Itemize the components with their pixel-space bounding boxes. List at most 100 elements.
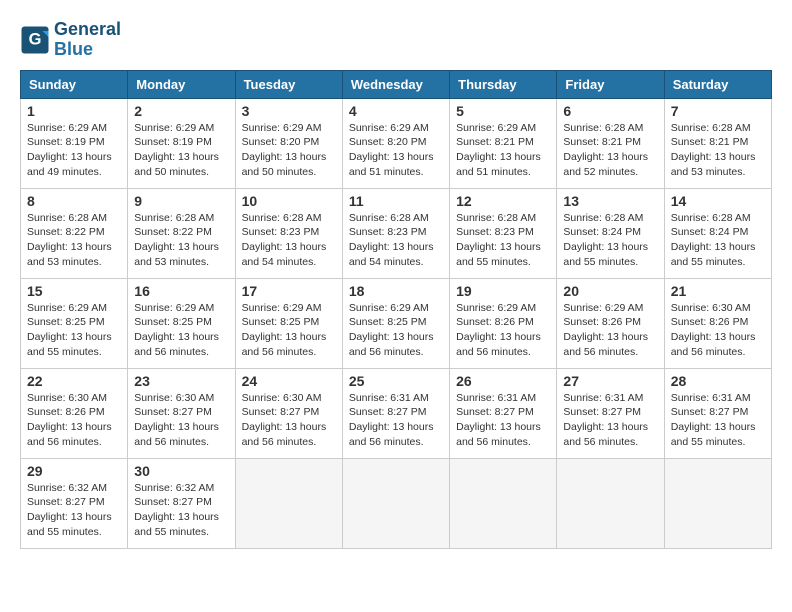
day-number: 12 xyxy=(456,193,550,209)
day-info: Sunrise: 6:28 AM Sunset: 8:21 PM Dayligh… xyxy=(671,121,765,180)
day-number: 22 xyxy=(27,373,121,389)
day-info: Sunrise: 6:29 AM Sunset: 8:20 PM Dayligh… xyxy=(242,121,336,180)
day-number: 4 xyxy=(349,103,443,119)
calendar-cell: 15 Sunrise: 6:29 AM Sunset: 8:25 PM Dayl… xyxy=(21,278,128,368)
calendar-cell: 11 Sunrise: 6:28 AM Sunset: 8:23 PM Dayl… xyxy=(342,188,449,278)
day-info: Sunrise: 6:28 AM Sunset: 8:23 PM Dayligh… xyxy=(242,211,336,270)
calendar-cell: 17 Sunrise: 6:29 AM Sunset: 8:25 PM Dayl… xyxy=(235,278,342,368)
day-info: Sunrise: 6:31 AM Sunset: 8:27 PM Dayligh… xyxy=(349,391,443,450)
day-info: Sunrise: 6:29 AM Sunset: 8:21 PM Dayligh… xyxy=(456,121,550,180)
day-number: 16 xyxy=(134,283,228,299)
day-info: Sunrise: 6:30 AM Sunset: 8:26 PM Dayligh… xyxy=(671,301,765,360)
header-sunday: Sunday xyxy=(21,70,128,98)
day-number: 20 xyxy=(563,283,657,299)
day-number: 26 xyxy=(456,373,550,389)
calendar-cell: 24 Sunrise: 6:30 AM Sunset: 8:27 PM Dayl… xyxy=(235,368,342,458)
day-info: Sunrise: 6:31 AM Sunset: 8:27 PM Dayligh… xyxy=(563,391,657,450)
calendar-cell: 12 Sunrise: 6:28 AM Sunset: 8:23 PM Dayl… xyxy=(450,188,557,278)
week-row-4: 22 Sunrise: 6:30 AM Sunset: 8:26 PM Dayl… xyxy=(21,368,772,458)
day-info: Sunrise: 6:31 AM Sunset: 8:27 PM Dayligh… xyxy=(456,391,550,450)
calendar-cell: 29 Sunrise: 6:32 AM Sunset: 8:27 PM Dayl… xyxy=(21,458,128,548)
day-info: Sunrise: 6:31 AM Sunset: 8:27 PM Dayligh… xyxy=(671,391,765,450)
day-number: 17 xyxy=(242,283,336,299)
logo-line1: General xyxy=(54,20,121,40)
calendar-cell xyxy=(342,458,449,548)
day-number: 30 xyxy=(134,463,228,479)
day-number: 27 xyxy=(563,373,657,389)
day-number: 6 xyxy=(563,103,657,119)
header-tuesday: Tuesday xyxy=(235,70,342,98)
day-number: 25 xyxy=(349,373,443,389)
header-monday: Monday xyxy=(128,70,235,98)
calendar-cell: 4 Sunrise: 6:29 AM Sunset: 8:20 PM Dayli… xyxy=(342,98,449,188)
day-info: Sunrise: 6:28 AM Sunset: 8:23 PM Dayligh… xyxy=(349,211,443,270)
calendar-cell: 28 Sunrise: 6:31 AM Sunset: 8:27 PM Dayl… xyxy=(664,368,771,458)
calendar-cell: 13 Sunrise: 6:28 AM Sunset: 8:24 PM Dayl… xyxy=(557,188,664,278)
day-info: Sunrise: 6:32 AM Sunset: 8:27 PM Dayligh… xyxy=(27,481,121,540)
calendar-cell xyxy=(450,458,557,548)
weekday-header-row: Sunday Monday Tuesday Wednesday Thursday… xyxy=(21,70,772,98)
day-info: Sunrise: 6:28 AM Sunset: 8:24 PM Dayligh… xyxy=(563,211,657,270)
calendar-cell: 16 Sunrise: 6:29 AM Sunset: 8:25 PM Dayl… xyxy=(128,278,235,368)
calendar-cell: 18 Sunrise: 6:29 AM Sunset: 8:25 PM Dayl… xyxy=(342,278,449,368)
header-thursday: Thursday xyxy=(450,70,557,98)
header-friday: Friday xyxy=(557,70,664,98)
day-info: Sunrise: 6:30 AM Sunset: 8:27 PM Dayligh… xyxy=(134,391,228,450)
calendar-cell: 26 Sunrise: 6:31 AM Sunset: 8:27 PM Dayl… xyxy=(450,368,557,458)
day-number: 11 xyxy=(349,193,443,209)
day-number: 1 xyxy=(27,103,121,119)
logo-line2: Blue xyxy=(54,40,121,60)
logo: G General Blue xyxy=(20,20,121,60)
day-info: Sunrise: 6:29 AM Sunset: 8:25 PM Dayligh… xyxy=(134,301,228,360)
day-info: Sunrise: 6:29 AM Sunset: 8:20 PM Dayligh… xyxy=(349,121,443,180)
day-info: Sunrise: 6:32 AM Sunset: 8:27 PM Dayligh… xyxy=(134,481,228,540)
day-number: 7 xyxy=(671,103,765,119)
calendar-cell xyxy=(557,458,664,548)
day-info: Sunrise: 6:29 AM Sunset: 8:19 PM Dayligh… xyxy=(27,121,121,180)
week-row-5: 29 Sunrise: 6:32 AM Sunset: 8:27 PM Dayl… xyxy=(21,458,772,548)
calendar-cell: 6 Sunrise: 6:28 AM Sunset: 8:21 PM Dayli… xyxy=(557,98,664,188)
calendar-cell: 9 Sunrise: 6:28 AM Sunset: 8:22 PM Dayli… xyxy=(128,188,235,278)
day-number: 10 xyxy=(242,193,336,209)
calendar-cell: 7 Sunrise: 6:28 AM Sunset: 8:21 PM Dayli… xyxy=(664,98,771,188)
page-header: G General Blue xyxy=(20,20,772,60)
calendar-cell: 8 Sunrise: 6:28 AM Sunset: 8:22 PM Dayli… xyxy=(21,188,128,278)
day-info: Sunrise: 6:28 AM Sunset: 8:22 PM Dayligh… xyxy=(134,211,228,270)
week-row-2: 8 Sunrise: 6:28 AM Sunset: 8:22 PM Dayli… xyxy=(21,188,772,278)
day-number: 24 xyxy=(242,373,336,389)
day-info: Sunrise: 6:28 AM Sunset: 8:23 PM Dayligh… xyxy=(456,211,550,270)
day-info: Sunrise: 6:29 AM Sunset: 8:26 PM Dayligh… xyxy=(563,301,657,360)
calendar-cell: 25 Sunrise: 6:31 AM Sunset: 8:27 PM Dayl… xyxy=(342,368,449,458)
calendar-cell: 2 Sunrise: 6:29 AM Sunset: 8:19 PM Dayli… xyxy=(128,98,235,188)
svg-text:G: G xyxy=(29,30,42,48)
calendar-cell: 19 Sunrise: 6:29 AM Sunset: 8:26 PM Dayl… xyxy=(450,278,557,368)
header-saturday: Saturday xyxy=(664,70,771,98)
calendar-cell: 27 Sunrise: 6:31 AM Sunset: 8:27 PM Dayl… xyxy=(557,368,664,458)
day-number: 23 xyxy=(134,373,228,389)
day-info: Sunrise: 6:30 AM Sunset: 8:26 PM Dayligh… xyxy=(27,391,121,450)
day-info: Sunrise: 6:28 AM Sunset: 8:24 PM Dayligh… xyxy=(671,211,765,270)
day-number: 19 xyxy=(456,283,550,299)
calendar-cell xyxy=(664,458,771,548)
day-number: 15 xyxy=(27,283,121,299)
logo-icon: G xyxy=(20,25,50,55)
day-number: 2 xyxy=(134,103,228,119)
day-number: 8 xyxy=(27,193,121,209)
calendar-cell xyxy=(235,458,342,548)
calendar-cell: 5 Sunrise: 6:29 AM Sunset: 8:21 PM Dayli… xyxy=(450,98,557,188)
week-row-1: 1 Sunrise: 6:29 AM Sunset: 8:19 PM Dayli… xyxy=(21,98,772,188)
day-number: 18 xyxy=(349,283,443,299)
day-number: 21 xyxy=(671,283,765,299)
day-info: Sunrise: 6:29 AM Sunset: 8:25 PM Dayligh… xyxy=(349,301,443,360)
day-info: Sunrise: 6:29 AM Sunset: 8:25 PM Dayligh… xyxy=(242,301,336,360)
day-info: Sunrise: 6:29 AM Sunset: 8:26 PM Dayligh… xyxy=(456,301,550,360)
day-number: 28 xyxy=(671,373,765,389)
calendar-cell: 14 Sunrise: 6:28 AM Sunset: 8:24 PM Dayl… xyxy=(664,188,771,278)
day-number: 9 xyxy=(134,193,228,209)
day-number: 13 xyxy=(563,193,657,209)
day-info: Sunrise: 6:29 AM Sunset: 8:25 PM Dayligh… xyxy=(27,301,121,360)
day-number: 14 xyxy=(671,193,765,209)
day-info: Sunrise: 6:28 AM Sunset: 8:22 PM Dayligh… xyxy=(27,211,121,270)
day-number: 3 xyxy=(242,103,336,119)
calendar-cell: 3 Sunrise: 6:29 AM Sunset: 8:20 PM Dayli… xyxy=(235,98,342,188)
